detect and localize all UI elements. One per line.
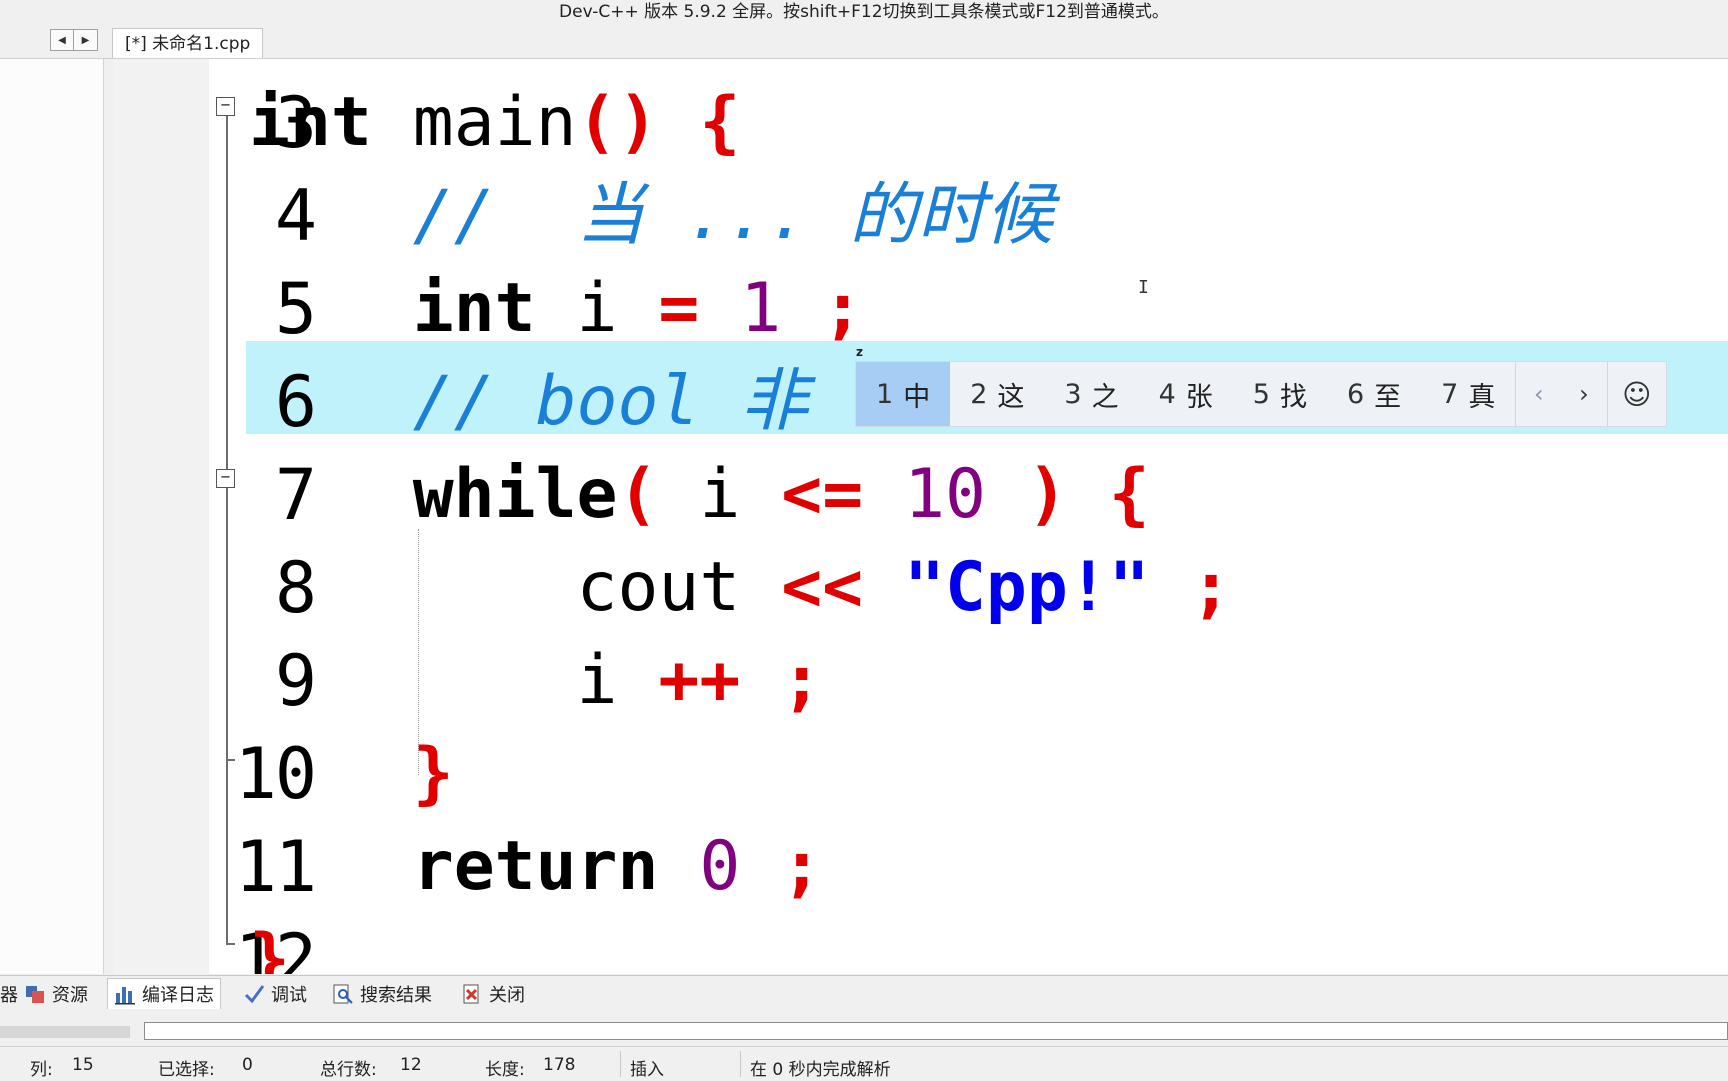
ime-candidate[interactable]: 1中 [856,362,951,426]
status-lines-value: 12 [400,1055,422,1075]
code-text: } [249,920,290,974]
code-text: int i = 1 ; [249,269,864,348]
code-text: cout << "Cpp!" ; [249,548,1232,627]
window-title: Dev-C++ 版本 5.9.2 全屏。按shift+F12切换到工具条模式或F… [0,0,1728,26]
ime-candidate[interactable]: 3之 [1044,362,1138,426]
editor-tab-strip: ◀ ▶ [*] 未命名1.cpp [0,26,1728,59]
status-bar: 列: 15 已选择: 0 总行数: 12 长度: 178 插入 在 0 秒内完成… [0,1046,1728,1081]
ime-composition-mark: z [856,345,863,359]
log-output-field[interactable] [144,1022,1728,1040]
code-text: while( i <= 10 ) { [249,455,1150,534]
status-length-label: 长度: [485,1060,525,1080]
code-text: return 0 ; [249,827,823,906]
tab-resources[interactable]: 资源 [18,978,94,1009]
ibeam-cursor-icon: I [1138,277,1149,298]
ime-emoji-button[interactable]: ☺ [1607,362,1666,426]
code-text: int main() { [249,83,741,162]
tab-debug[interactable]: 调试 [237,978,313,1009]
status-sel-label: 已选择: [158,1060,215,1080]
code-line: 5 int i = 1 ; [114,263,1728,356]
code-text: // 当 ... 的时候 [249,176,1054,255]
status-col-value: 15 [72,1055,94,1075]
code-text: } [249,734,454,813]
tab-file[interactable]: [*] 未命名1.cpp [112,28,264,58]
ime-candidate[interactable]: 4张 [1139,362,1233,426]
ime-candidate[interactable]: 6至 [1327,362,1421,426]
smiley-icon: ☺ [1622,377,1652,411]
code-line: 10 } [114,728,1728,821]
left-triangle-icon: ◀ [58,34,66,46]
status-col-label: 列: [30,1060,53,1080]
code-text: // bool 非 [249,362,809,441]
tab-prev-button[interactable]: ◀ [50,29,74,51]
code-editor[interactable]: − − 3 int main() { 4 // 当 ... 的时候 5 int … [114,59,1728,974]
ime-candidate-bar: 1中 2这 3之 4张 5找 6至 7真 ‹ › ☺ [855,361,1667,427]
code-line: 12 } [114,914,1728,974]
status-parse-message: 在 0 秒内完成解析 [750,1060,891,1080]
tab-close[interactable]: 关闭 [455,978,531,1009]
code-line: 8 cout << "Cpp!" ; [114,542,1728,635]
right-triangle-icon: ▶ [81,34,90,46]
search-doc-icon [333,984,353,1004]
resources-icon [26,985,44,1003]
tab-next-button[interactable]: ▶ [74,29,98,51]
status-length-value: 178 [543,1055,576,1075]
ime-next-page-button[interactable]: › [1561,362,1606,426]
tab-search-results[interactable]: 搜索结果 [326,978,438,1009]
status-divider [740,1051,741,1077]
log-row [0,1010,1728,1046]
ime-candidate[interactable]: 7真 [1421,362,1515,426]
code-line: 9 i ++ ; [114,635,1728,728]
bottom-panel-tabs: 器 资源 编译日志 调试 搜索结果 关闭 [0,975,1728,1011]
code-line: 7 while( i <= 10 ) { [114,449,1728,542]
code-line: 4 // 当 ... 的时候 [114,170,1728,263]
status-divider [620,1051,621,1077]
tab-compile-log[interactable]: 编译日志 [107,978,221,1009]
ime-prev-page-button[interactable]: ‹ [1516,362,1561,426]
progress-area [0,1026,130,1038]
code-text: i ++ ; [249,641,823,720]
close-doc-icon [463,984,479,1003]
bar-chart-icon [115,987,135,1005]
tab-nav-buttons: ◀ ▶ [50,29,98,51]
chevron-left-icon: ‹ [1533,380,1544,408]
code-line: 3 int main() { [114,77,1728,170]
chevron-right-icon: › [1579,380,1589,408]
status-lines-label: 总行数: [320,1060,377,1080]
ime-candidate[interactable]: 5找 [1233,362,1327,426]
status-sel-value: 0 [242,1055,253,1075]
check-icon [244,984,265,1003]
status-insert-mode: 插入 [630,1060,664,1080]
project-side-panel [0,59,104,974]
ime-candidate[interactable]: 2这 [950,362,1044,426]
code-line: 11 return 0 ; [114,821,1728,914]
